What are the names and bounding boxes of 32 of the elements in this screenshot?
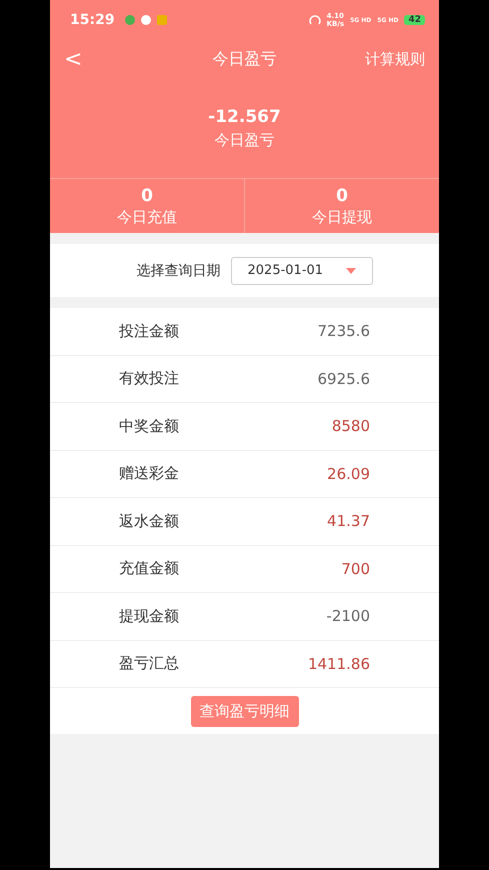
page-title: 今日盈亏 <box>212 48 278 70</box>
stat-value: 0 <box>141 186 153 206</box>
profit-label: 今日盈亏 <box>214 130 274 150</box>
date-label: 选择查询日期 <box>136 262 220 280</box>
profit-value: -12.567 <box>208 106 281 126</box>
row-value: 7235.6 <box>318 322 370 340</box>
date-select[interactable]: 2025-01-01 <box>230 256 372 284</box>
stat-label: 今日充值 <box>117 208 177 226</box>
row-label: 返水金额 <box>119 512 179 531</box>
row-value: 1411.86 <box>308 654 370 673</box>
row-value: 41.37 <box>327 512 370 530</box>
row-label: 充值金额 <box>119 559 179 578</box>
caret-icon <box>346 268 356 274</box>
status-time: 15:29 <box>70 12 115 28</box>
row-label: 盈亏汇总 <box>119 654 179 674</box>
stat-label: 今日提现 <box>312 208 372 226</box>
detail-button[interactable]: 查询盈亏明细 <box>190 696 298 726</box>
rules-link[interactable]: 计算规则 <box>365 50 425 68</box>
row-value: -2100 <box>326 607 370 626</box>
battery-level: 42 <box>404 15 425 25</box>
row-label: 提现金额 <box>119 606 179 626</box>
row-label: 中奖金额 <box>119 416 179 436</box>
speedometer-icon <box>308 14 321 26</box>
row-value: 700 <box>341 560 370 578</box>
row-label: 投注金额 <box>119 322 179 341</box>
row-value: 6925.6 <box>318 370 370 388</box>
row-label: 有效投注 <box>119 369 179 388</box>
row-label: 赠送彩金 <box>119 464 179 484</box>
row-value: 8580 <box>332 417 370 436</box>
stat-value: 0 <box>336 186 348 206</box>
row-value: 26.09 <box>327 464 370 483</box>
back-button[interactable]: < <box>64 46 124 72</box>
